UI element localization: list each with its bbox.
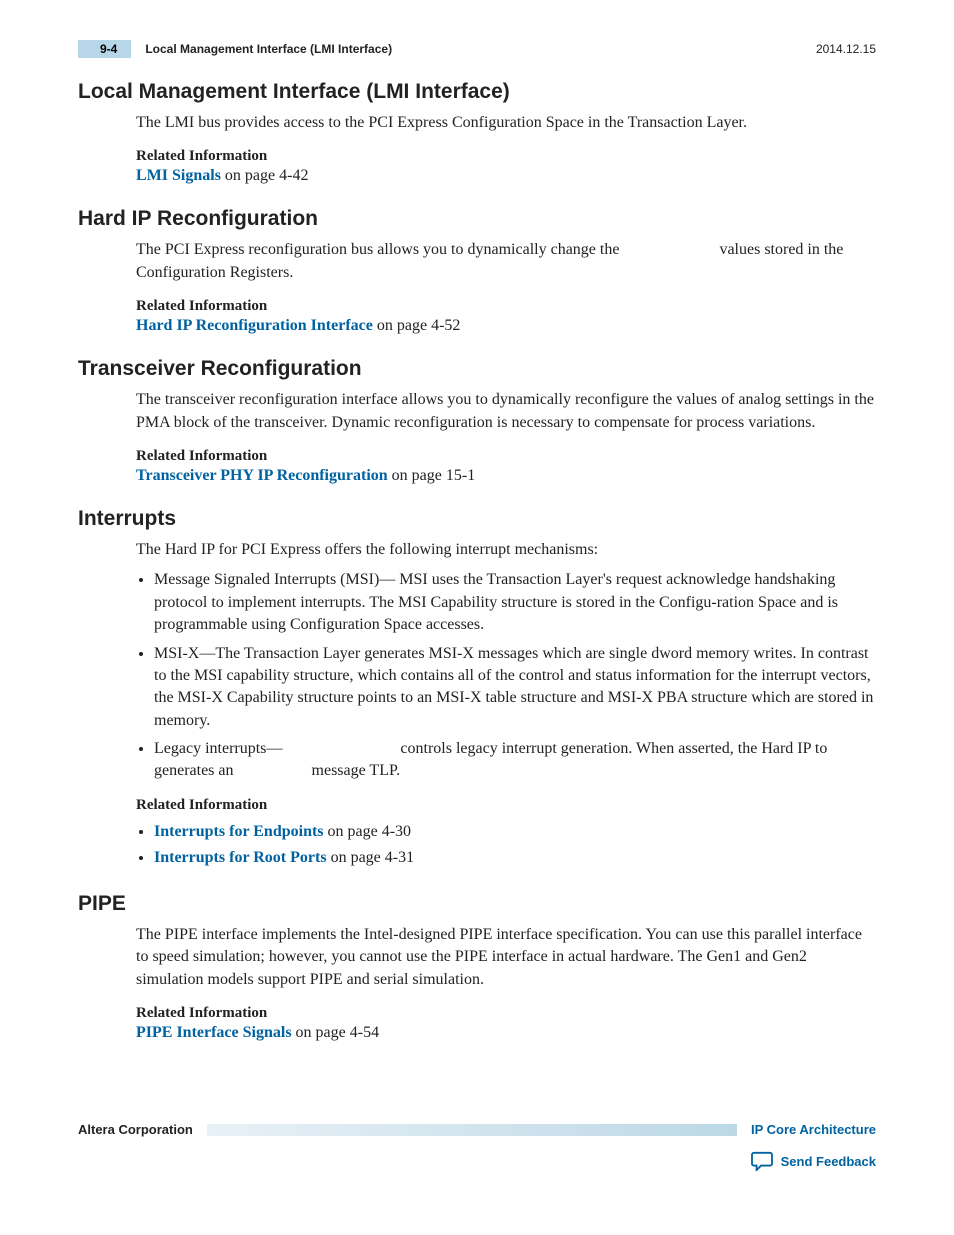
- interrupts-intro: The Hard IP for PCI Express offers the f…: [136, 539, 876, 561]
- lmi-signals-tail: on page 4-42: [221, 167, 309, 184]
- pipe-body: The PIPE interface implements the Intel‑…: [136, 924, 876, 991]
- send-feedback-link[interactable]: Send Feedback: [781, 1154, 876, 1169]
- legacy-a: Legacy interrupts—: [154, 740, 282, 757]
- interrupts-endpoints-tail: on page 4-30: [324, 823, 412, 840]
- pipe-signals-tail: on page 4-54: [292, 1024, 380, 1041]
- feedback-icon: [751, 1151, 773, 1171]
- interrupts-rootports-link[interactable]: Interrupts for Root Ports: [154, 849, 327, 866]
- section-heading-hardip: Hard IP Reconfiguration: [78, 207, 876, 231]
- page-number-badge: 9-4: [78, 40, 131, 58]
- footer-corp: Altera Corporation: [78, 1122, 193, 1137]
- xcvr-reconfig-link[interactable]: Transceiver PHY IP Reconfiguration: [136, 467, 388, 484]
- lmi-signals-link[interactable]: LMI Signals: [136, 167, 221, 184]
- lmi-body: The LMI bus provides access to the PCI E…: [136, 112, 876, 134]
- interrupt-bullet-msix: MSI-X—The Transaction Layer generates MS…: [154, 643, 876, 733]
- section-heading-pipe: PIPE: [78, 892, 876, 916]
- footer-bar: Altera Corporation IP Core Architecture: [78, 1122, 876, 1137]
- legacy-c: message TLP.: [312, 762, 401, 779]
- related-info-heading: Related Information: [136, 1005, 876, 1022]
- running-title: Local Management Interface (LMI Interfac…: [145, 42, 392, 56]
- interrupts-rootports-tail: on page 4-31: [327, 849, 415, 866]
- interrupt-bullet-msi: Message Signaled Interrupts (MSI)— MSI u…: [154, 569, 876, 636]
- xcvr-reconfig-tail: on page 15-1: [388, 467, 476, 484]
- hardip-reconfig-tail: on page 4-52: [373, 317, 461, 334]
- interrupt-bullet-legacy: Legacy interrupts—controls legacy interr…: [154, 738, 876, 783]
- header-date: 2014.12.15: [816, 42, 876, 56]
- pipe-signals-link[interactable]: PIPE Interface Signals: [136, 1024, 292, 1041]
- section-heading-interrupts: Interrupts: [78, 507, 876, 531]
- section-heading-lmi: Local Management Interface (LMI Interfac…: [78, 80, 876, 104]
- hardip-body: The PCI Express reconfiguration bus allo…: [136, 239, 876, 284]
- hardip-reconfig-link[interactable]: Hard IP Reconfiguration Interface: [136, 317, 373, 334]
- related-info-heading: Related Information: [136, 797, 876, 814]
- related-info-heading: Related Information: [136, 298, 876, 315]
- related-info-heading: Related Information: [136, 148, 876, 165]
- page-header: 9-4 Local Management Interface (LMI Inte…: [78, 40, 876, 58]
- ip-core-arch-link[interactable]: IP Core Architecture: [751, 1122, 876, 1137]
- section-heading-xcvr: Transceiver Reconfiguration: [78, 357, 876, 381]
- hardip-body-a: The PCI Express reconfiguration bus allo…: [136, 241, 623, 258]
- footer-stripe: [207, 1124, 737, 1136]
- interrupts-endpoints-link[interactable]: Interrupts for Endpoints: [154, 823, 324, 840]
- related-info-heading: Related Information: [136, 448, 876, 465]
- xcvr-body: The transceiver reconfiguration interfac…: [136, 389, 876, 434]
